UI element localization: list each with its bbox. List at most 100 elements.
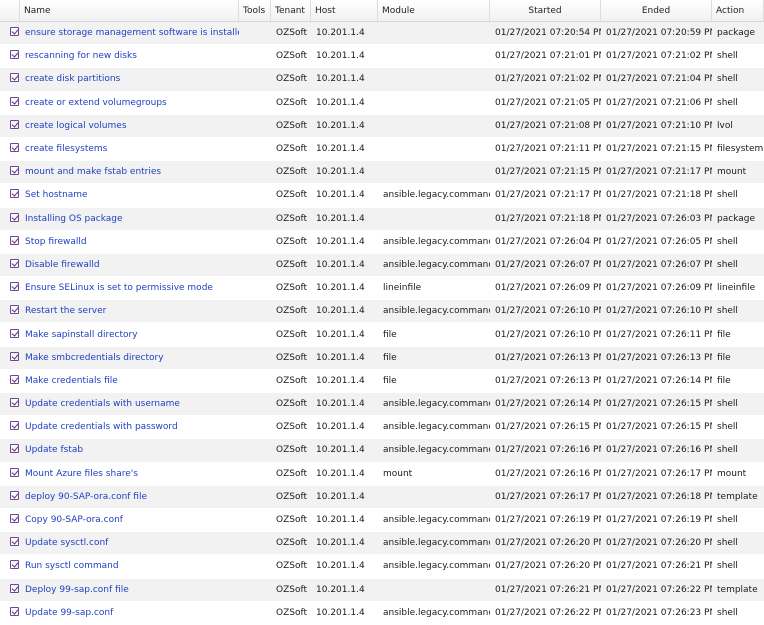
status-cell <box>0 606 20 619</box>
table-row[interactable]: deploy 90-SAP-ora.conf file OZSoft 10.201.… <box>0 485 764 509</box>
task-name-link[interactable]: rescanning for new disks <box>20 51 239 61</box>
task-name-link[interactable]: Make credentials file <box>20 376 239 386</box>
status-cell <box>0 328 20 341</box>
task-name-link[interactable]: Make sapinstall directory <box>20 330 239 340</box>
table-row[interactable]: Make smbcredentials directory OZSoft 10.20… <box>0 346 764 370</box>
table-row[interactable]: Ensure SELinux is set to permissive mode… <box>0 277 764 301</box>
table-row[interactable]: Update sysctl.conf OZSoft 10.201.1.4 ansibl… <box>0 532 764 556</box>
task-name-link[interactable]: Deploy 99-sap.conf file <box>20 585 239 595</box>
tenant-cell: OZSoft <box>276 538 308 549</box>
ended-cell: 01/27/2021 07:21:15 PM <box>606 144 712 155</box>
table-row[interactable]: Installing OS package OZSoft 10.201.1.4 01/… <box>0 207 764 231</box>
table-row[interactable]: Update 99-sap.conf OZSoft 10.201.1.4 ansibl… <box>0 601 764 625</box>
header-action[interactable]: Action <box>712 0 764 21</box>
host-cell: 10.201.1.4 <box>316 422 365 433</box>
task-status-check-icon <box>10 50 19 60</box>
table-row[interactable]: Make credentials file OZSoft 10.201.1.4 fil… <box>0 369 764 393</box>
action-cell: template <box>717 584 758 595</box>
started-cell: 01/27/2021 07:21:17 PM <box>495 190 601 201</box>
tenant-cell: OZSoft <box>276 306 308 317</box>
table-row[interactable]: create disk partitions OZSoft 10.201.1.4 01… <box>0 68 764 92</box>
status-cell <box>0 398 20 410</box>
header-started[interactable]: Started <box>490 0 601 21</box>
host-cell: 10.201.1.4 <box>316 306 365 317</box>
task-name-link[interactable]: deploy 90-SAP-ora.conf file <box>20 492 239 502</box>
host-cell: 10.201.1.4 <box>316 74 365 85</box>
table-row[interactable]: Update credentials with password OZSoft 10… <box>0 416 764 440</box>
status-cell <box>0 143 20 155</box>
table-row[interactable]: rescanning for new disks OZSoft 10.201.1.4… <box>0 45 764 69</box>
host-cell: 10.201.1.4 <box>316 515 365 526</box>
started-cell: 01/27/2021 07:26:13 PM <box>495 375 601 386</box>
action-cell: shell <box>717 399 738 410</box>
task-name-link[interactable]: Make smbcredentials directory <box>20 353 239 363</box>
task-status-check-icon <box>10 166 19 176</box>
task-name-link[interactable]: create filesystems <box>20 144 239 154</box>
tenant-cell: OZSoft <box>276 561 308 572</box>
task-name-link[interactable]: Stop firewalld <box>20 237 239 247</box>
header-tenant[interactable]: Tenant <box>271 0 311 21</box>
task-status-check-icon <box>10 606 19 616</box>
table-row[interactable]: create filesystems OZSoft 10.201.1.4 01/27/… <box>0 137 764 162</box>
task-status-check-icon <box>10 467 19 477</box>
table-row[interactable]: mount and make fstab entries OZSoft 10.201… <box>0 161 764 185</box>
task-name-link[interactable]: create disk partitions <box>20 74 239 84</box>
task-name-link[interactable]: Restart the server <box>20 306 239 316</box>
host-cell: 10.201.1.4 <box>316 236 365 247</box>
task-name-link[interactable]: Set hostname <box>20 190 239 200</box>
task-name-link[interactable]: Update credentials with username <box>20 399 239 409</box>
task-name-link[interactable]: Run sysctl command <box>20 561 239 571</box>
tenant-cell: OZSoft <box>276 468 308 479</box>
table-row[interactable]: Copy 90-SAP-ora.conf OZSoft 10.201.1.4 ansi… <box>0 508 764 533</box>
ended-cell: 01/27/2021 07:26:19 PM <box>606 515 712 526</box>
started-cell: 01/27/2021 07:26:20 PM <box>495 538 601 549</box>
header-ended[interactable]: Ended <box>601 0 712 21</box>
tenant-cell: OZSoft <box>276 399 308 410</box>
status-cell <box>0 50 20 62</box>
header-host[interactable]: Host <box>311 0 378 21</box>
task-name-link[interactable]: mount and make fstab entries <box>20 167 239 177</box>
table-row[interactable]: Set hostname OZSoft 10.201.1.4 ansible.lega… <box>0 184 764 208</box>
tenant-cell: OZSoft <box>276 283 308 294</box>
table-row[interactable]: Update fstab OZSoft 10.201.1.4 ansible.lega… <box>0 439 764 463</box>
task-name-link[interactable]: Update fstab <box>20 445 239 455</box>
action-cell: package <box>717 28 755 39</box>
task-name-link[interactable]: Ensure SELinux is set to permissive mode <box>20 283 239 293</box>
table-row[interactable]: create or extend volumegroups OZSoft 10.20… <box>0 91 764 115</box>
tenant-cell: OZSoft <box>276 491 308 502</box>
task-name-link[interactable]: Disable firewalld <box>20 260 239 270</box>
task-name-link[interactable]: create logical volumes <box>20 121 239 131</box>
header-module[interactable]: Module <box>378 0 490 21</box>
task-name-link[interactable]: Update credentials with password <box>20 422 239 432</box>
started-cell: 01/27/2021 07:20:54 PM <box>495 28 601 39</box>
task-name-link[interactable]: ensure storage management software is in… <box>20 28 239 38</box>
table-row[interactable]: Disable firewalld OZSoft 10.201.1.4 ansible… <box>0 253 764 278</box>
started-cell: 01/27/2021 07:26:13 PM <box>495 352 601 363</box>
task-name-link[interactable]: Copy 90-SAP-ora.conf <box>20 515 239 525</box>
tenant-cell: OZSoft <box>276 144 308 155</box>
table-row[interactable]: Deploy 99-sap.conf file OZSoft 10.201.1.4 0… <box>0 578 764 602</box>
task-name-link[interactable]: Update 99-sap.conf <box>20 608 239 618</box>
table-row[interactable]: Restart the server OZSoft 10.201.1.4 ansibl… <box>0 300 764 324</box>
table-row[interactable]: Stop firewalld OZSoft 10.201.1.4 ansible.le… <box>0 230 764 254</box>
header-status-column[interactable] <box>0 0 20 21</box>
task-name-link[interactable]: create or extend volumegroups <box>20 98 239 108</box>
table-row[interactable]: create logical volumes OZSoft 10.201.1.4 01… <box>0 114 764 138</box>
table-row[interactable]: Run sysctl command OZSoft 10.201.1.4 ansibl… <box>0 555 764 579</box>
task-name-link[interactable]: Installing OS package <box>20 214 239 224</box>
task-name-link[interactable]: Mount Azure files share's <box>20 469 239 479</box>
started-cell: 01/27/2021 07:26:19 PM <box>495 515 601 526</box>
table-row[interactable]: ensure storage management software is in… <box>0 22 764 46</box>
table-row[interactable]: Mount Azure files share's OZSoft 10.201.1.… <box>0 462 764 486</box>
action-cell: shell <box>717 97 738 108</box>
task-name-link[interactable]: Update sysctl.conf <box>20 538 239 548</box>
table-row[interactable]: Update credentials with username OZSoft 10… <box>0 393 764 417</box>
host-cell: 10.201.1.4 <box>316 51 365 62</box>
table-row[interactable]: Make sapinstall directory OZSoft 10.201.1.… <box>0 323 764 347</box>
header-name[interactable]: Name <box>20 0 239 21</box>
started-cell: 01/27/2021 07:21:05 PM <box>495 97 601 108</box>
module-cell: ansible.legacy.command <box>383 259 490 270</box>
ended-cell: 01/27/2021 07:21:06 PM <box>606 97 712 108</box>
header-tools[interactable]: Tools <box>239 0 271 21</box>
started-cell: 01/27/2021 07:21:08 PM <box>495 120 601 131</box>
